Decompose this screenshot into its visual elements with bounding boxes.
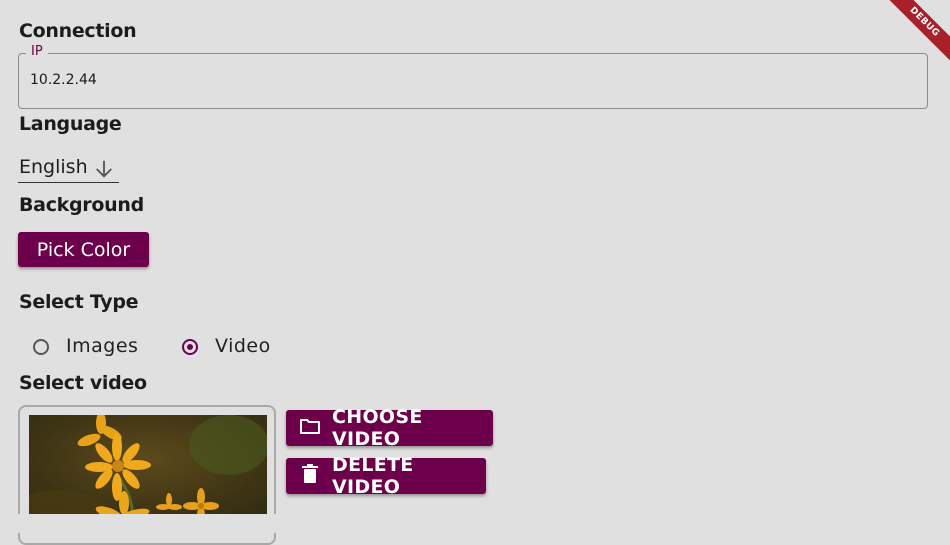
delete-video-label: DELETE VIDEO [332,454,414,498]
video-thumbnail [29,415,267,525]
radio-video[interactable] [182,339,198,355]
choose-video-label: CHOOSE VIDEO [332,406,423,450]
delete-video-button[interactable]: DELETE VIDEO [286,454,486,498]
pick-color-button[interactable]: Pick Color [18,232,149,267]
connection-title: Connection [19,20,137,42]
folder-icon [299,417,321,439]
select-video-title: Select video [19,372,147,394]
background-title: Background [19,194,144,216]
radio-images-label[interactable]: Images [66,335,138,357]
ip-field-label: IP [26,44,48,59]
ip-input[interactable] [18,53,928,109]
bottom-edge [0,514,950,533]
select-type-title: Select Type [19,291,139,313]
language-title: Language [19,113,122,135]
radio-images[interactable] [33,339,49,355]
language-selected-value: English [19,156,88,178]
trash-icon [299,464,321,488]
choose-video-button[interactable]: CHOOSE VIDEO [286,406,493,450]
ip-value[interactable]: 10.2.2.44 [30,72,97,88]
arrow-down-icon [93,158,115,184]
radio-selected-dot [187,344,193,350]
language-dropdown[interactable]: English [18,154,119,183]
radio-video-label[interactable]: Video [215,335,271,357]
